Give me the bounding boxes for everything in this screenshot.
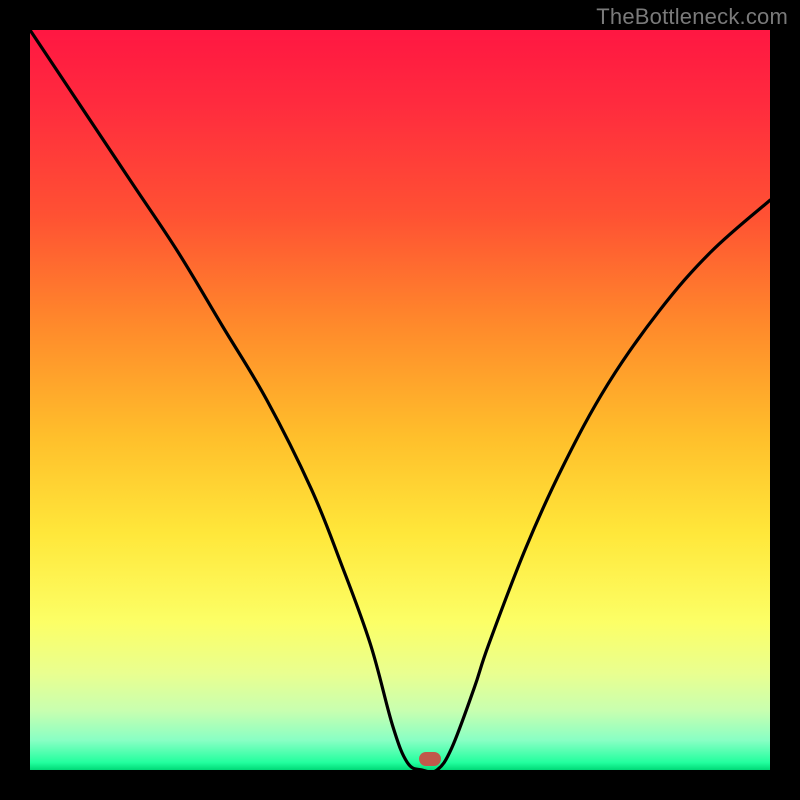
chart-frame: TheBottleneck.com (0, 0, 800, 800)
curve-svg (30, 30, 770, 770)
plot-area (30, 30, 770, 770)
watermark-text: TheBottleneck.com (596, 4, 788, 30)
optimal-point-marker (419, 752, 441, 766)
bottleneck-curve (30, 30, 770, 770)
